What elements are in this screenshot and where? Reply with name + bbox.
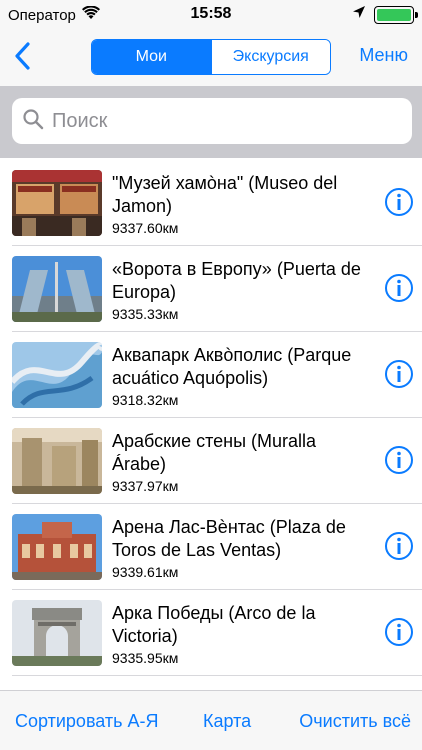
segment-mine[interactable]: Мои bbox=[92, 40, 211, 74]
place-distance: 9318.32км bbox=[112, 392, 179, 408]
list-item[interactable]: "Музей хамòна" (Museo del Jamon) 9337.60… bbox=[0, 160, 422, 246]
list-item[interactable]: Арка Победы (Arco de la Victoria) 9335.9… bbox=[0, 590, 422, 676]
info-icon bbox=[384, 532, 414, 565]
bottom-toolbar: Сортировать А-Я Карта Очистить всё bbox=[0, 690, 422, 750]
place-title: Арка Победы (Arco de la Victoria) bbox=[112, 603, 316, 646]
place-title: Аквапарк Аквòполис (Parque acuático Aquó… bbox=[112, 345, 352, 388]
list-item[interactable]: «Ворота в Европу» (Puerta de Europa) 933… bbox=[0, 246, 422, 332]
segmented-control: Мои Экскурсия bbox=[91, 39, 331, 75]
chevron-left-icon bbox=[14, 41, 30, 75]
place-distance: 9335.33км bbox=[112, 306, 179, 322]
menu-button[interactable]: Меню bbox=[359, 45, 408, 66]
info-icon bbox=[384, 360, 414, 393]
place-thumbnail bbox=[12, 256, 102, 322]
info-icon bbox=[384, 188, 414, 221]
navigation-bar: Мои Экскурсия Меню bbox=[0, 30, 422, 86]
place-thumbnail bbox=[12, 600, 102, 666]
list-item[interactable]: Арена Лас-Вѐнтас (Plaza de Toros de Las … bbox=[0, 504, 422, 590]
info-button[interactable] bbox=[384, 531, 414, 561]
place-title: "Музей хамòна" (Museo del Jamon) bbox=[112, 173, 338, 216]
info-icon bbox=[384, 618, 414, 651]
place-thumbnail bbox=[12, 514, 102, 580]
battery-fill bbox=[377, 8, 411, 21]
list-item[interactable]: Аквапарк Аквòполис (Parque acuático Aquó… bbox=[0, 332, 422, 418]
back-button[interactable] bbox=[8, 40, 36, 76]
status-bar: Оператор 15:58 bbox=[0, 0, 422, 30]
list-item[interactable]: Арабские стены (Muralla Árabe) 9337.97км bbox=[0, 418, 422, 504]
info-button[interactable] bbox=[384, 187, 414, 217]
info-button[interactable] bbox=[384, 359, 414, 389]
place-title: Арабские стены (Muralla Árabe) bbox=[112, 431, 317, 474]
places-list: "Музей хамòна" (Museo del Jamon) 9337.60… bbox=[0, 160, 422, 690]
info-button[interactable] bbox=[384, 445, 414, 475]
info-button[interactable] bbox=[384, 617, 414, 647]
status-right bbox=[352, 5, 418, 24]
battery-tip bbox=[415, 11, 418, 18]
clear-all-button[interactable]: Очистить всё bbox=[299, 711, 411, 732]
place-distance: 9335.95км bbox=[112, 650, 179, 666]
search-icon bbox=[22, 108, 44, 135]
search-input[interactable] bbox=[52, 109, 412, 133]
map-button[interactable]: Карта bbox=[203, 711, 251, 732]
segment-excursion[interactable]: Экскурсия bbox=[210, 40, 330, 74]
place-distance: 9339.61км bbox=[112, 564, 179, 580]
place-distance: 9337.60км bbox=[112, 220, 179, 236]
place-distance: 9337.97км bbox=[112, 478, 179, 494]
place-thumbnail bbox=[12, 342, 102, 408]
battery-indicator bbox=[374, 5, 418, 24]
search-box[interactable] bbox=[12, 98, 412, 144]
location-arrow-icon bbox=[352, 5, 366, 24]
search-area bbox=[0, 86, 422, 158]
sort-button[interactable]: Сортировать А-Я bbox=[15, 711, 159, 732]
place-thumbnail bbox=[12, 170, 102, 236]
place-title: Арена Лас-Вѐнтас (Plaza de Toros de Las … bbox=[112, 517, 346, 560]
info-icon bbox=[384, 274, 414, 307]
place-thumbnail bbox=[12, 428, 102, 494]
info-button[interactable] bbox=[384, 273, 414, 303]
info-icon bbox=[384, 446, 414, 479]
row-separator bbox=[12, 675, 422, 676]
place-title: «Ворота в Европу» (Puerta de Europa) bbox=[112, 259, 361, 302]
